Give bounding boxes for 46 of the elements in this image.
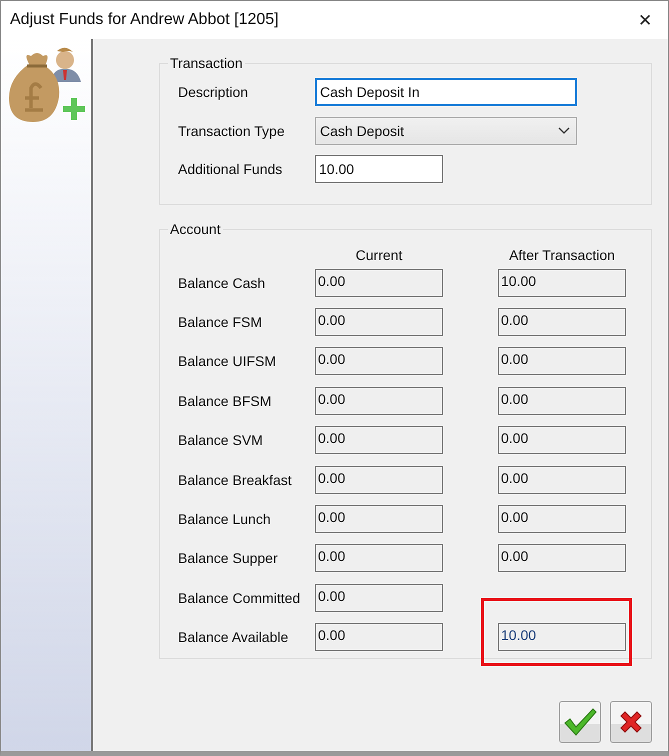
readonly-field: 0.00 <box>315 623 443 652</box>
transaction-type-dropdown[interactable]: Cash Deposit <box>315 116 577 145</box>
cancel-button[interactable] <box>610 701 652 743</box>
readonly-field: 0.00 <box>498 544 626 572</box>
field-label: Transaction Type <box>178 122 286 139</box>
readonly-field: 0.00 <box>498 386 626 415</box>
readonly-field: 0.00 <box>315 544 443 572</box>
readonly-field: 0.00 <box>315 386 443 415</box>
balance-label: Balance Breakfast <box>178 472 293 488</box>
balance-label: Balance Committed <box>178 590 302 606</box>
readonly-field: 10.00 <box>498 623 626 652</box>
readonly-field: 0.00 <box>315 308 443 336</box>
readonly-field: 0.00 <box>315 505 443 534</box>
balance-label: Balance UIFSM <box>178 353 278 370</box>
input-field[interactable]: 10.00 <box>315 155 443 184</box>
balance-label: Balance Supper <box>178 550 279 566</box>
readonly-field: 10.00 <box>498 268 626 297</box>
readonly-field: 0.00 <box>315 466 443 494</box>
close-icon <box>618 709 644 735</box>
readonly-field: 0.00 <box>315 268 443 297</box>
readonly-field: 0.00 <box>315 426 443 454</box>
readonly-field: 0.00 <box>315 584 443 612</box>
window-title: Adjust Funds for Andrew Abbot [1205] <box>10 11 279 29</box>
readonly-field: 0.00 <box>498 426 626 454</box>
balance-label: Balance FSM <box>178 314 264 330</box>
group-legend: Account <box>168 221 223 237</box>
balance-label: Balance BFSM <box>178 392 272 409</box>
balance-label: Balance Available <box>178 629 290 646</box>
readonly-field: 0.00 <box>498 308 626 336</box>
column-header: Current <box>354 247 404 263</box>
group-legend: Transaction <box>168 55 245 71</box>
caret-icon <box>558 126 570 135</box>
readonly-field: 0.00 <box>498 347 626 376</box>
balance-label: Balance Lunch <box>178 511 272 528</box>
readonly-field: 0.00 <box>498 466 626 494</box>
field-label: Description <box>178 84 250 100</box>
input-field[interactable]: Cash Deposit In <box>315 78 577 106</box>
column-header: After Transaction <box>508 247 616 263</box>
readonly-field: 0.00 <box>498 505 626 534</box>
checkmark-icon <box>563 707 597 737</box>
readonly-field: 0.00 <box>315 347 443 376</box>
balance-label: Balance Cash <box>178 274 266 291</box>
balance-label: Balance SVM <box>178 432 264 448</box>
ok-button[interactable] <box>559 701 601 743</box>
close-button[interactable]: ✕ <box>622 2 668 38</box>
field-label: Additional Funds <box>178 161 284 178</box>
